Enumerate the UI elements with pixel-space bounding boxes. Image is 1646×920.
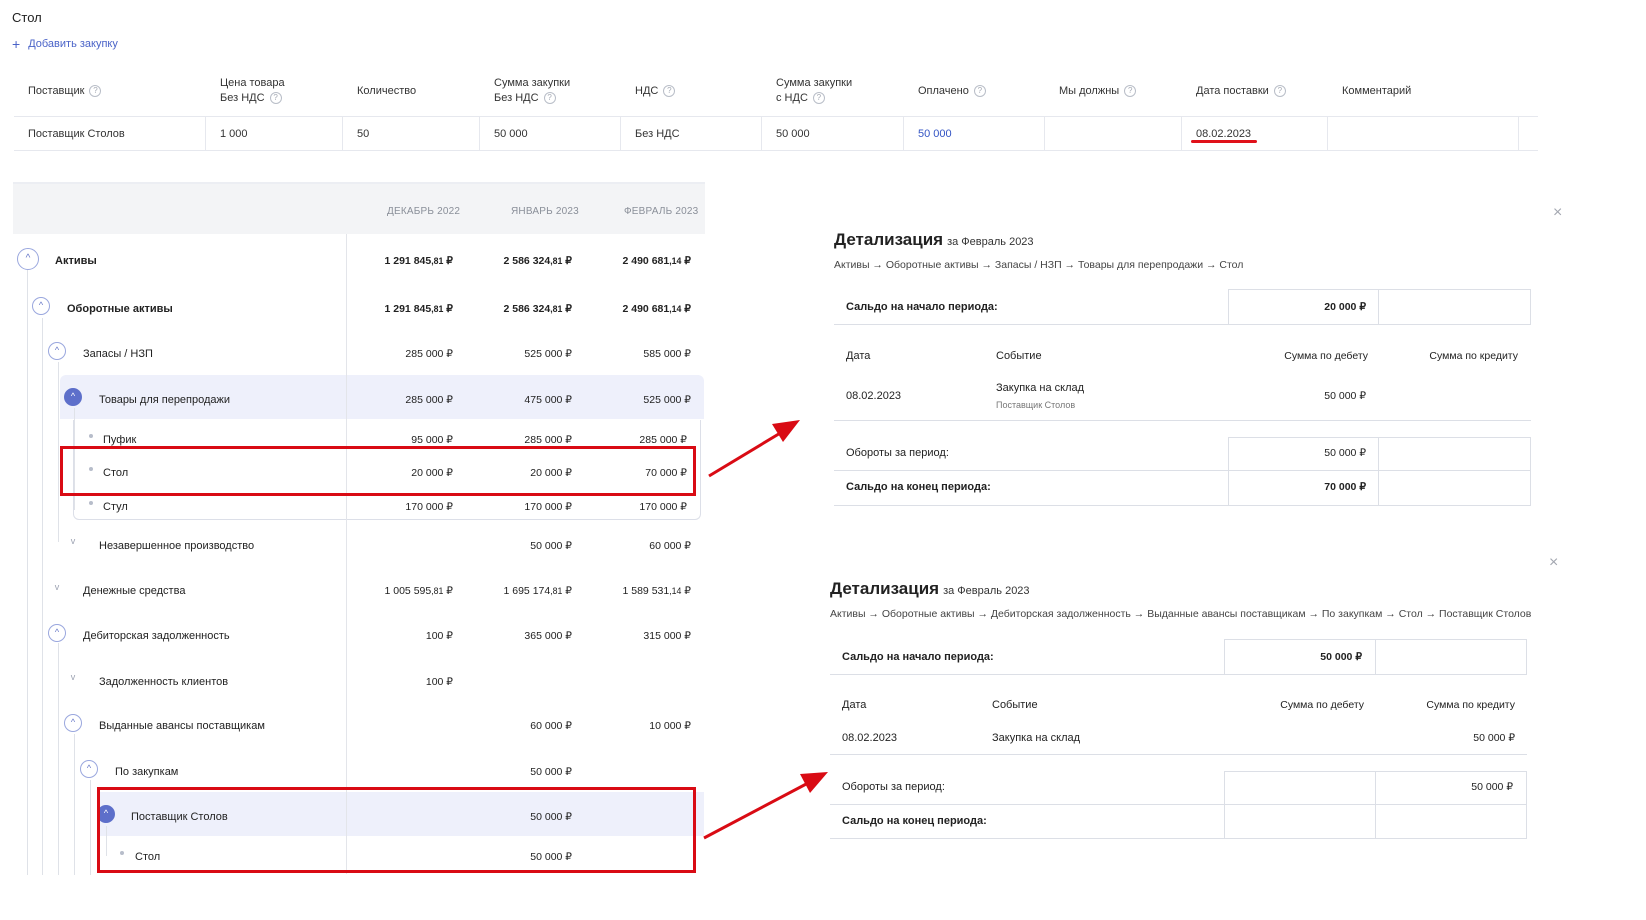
close-icon[interactable]: × — [1553, 204, 1562, 222]
detail-title: Детализация за Февраль 2023 — [830, 579, 1030, 598]
arrow-icon — [708, 420, 800, 478]
cell-frame — [1224, 771, 1376, 805]
opening-balance-label: Сальдо на начало периода: — [846, 301, 998, 313]
cell-frame — [1378, 289, 1531, 325]
closing-balance-label: Сальдо на конец периода: — [842, 815, 987, 827]
detail-title: Детализация за Февраль 2023 — [834, 230, 1034, 249]
divider — [830, 838, 1527, 839]
entry-date: 08.02.2023 — [846, 390, 902, 402]
col-event: Событие — [992, 699, 1038, 711]
col-credit: Сумма по кредиту — [1429, 350, 1518, 362]
detail-breadcrumb: Активы → Оборотные активы → Запасы / НЗП… — [834, 259, 1244, 271]
cell-frame — [1375, 639, 1527, 675]
opening-balance-debit: 50 000 ₽ — [1320, 651, 1362, 663]
divider — [834, 420, 1531, 421]
turnover-debit: 50 000 ₽ — [1324, 447, 1366, 459]
turnover-credit: 50 000 ₽ — [1471, 781, 1513, 793]
entry-event: Закупка на склад — [996, 382, 1085, 394]
col-debit: Сумма по дебету — [1280, 699, 1364, 711]
opening-balance-label: Сальдо на начало периода: — [842, 651, 994, 663]
col-credit: Сумма по кредиту — [1426, 699, 1515, 711]
cell-frame — [1378, 437, 1531, 471]
entry-credit: 50 000 ₽ — [1473, 732, 1515, 744]
col-date: Дата — [842, 699, 867, 711]
divider — [830, 674, 1527, 675]
opening-balance-debit: 20 000 ₽ — [1324, 301, 1366, 313]
entry-debit: 50 000 ₽ — [1324, 390, 1366, 402]
cell-frame — [1378, 470, 1531, 506]
col-event: Событие — [996, 350, 1042, 362]
entry-date: 08.02.2023 — [842, 732, 898, 744]
turnover-label: Обороты за период: — [846, 447, 949, 459]
divider — [830, 754, 1527, 755]
col-debit: Сумма по дебету — [1284, 350, 1368, 362]
arrow-icon — [703, 772, 828, 840]
entry-event-sub: Поставщик Столов — [996, 400, 1076, 410]
turnover-label: Обороты за период: — [842, 781, 945, 793]
col-date: Дата — [846, 350, 871, 362]
closing-balance-label: Сальдо на конец периода: — [846, 481, 991, 493]
close-icon[interactable]: × — [1549, 554, 1558, 572]
detail-breadcrumb: Активы → Оборотные активы → Дебиторская … — [830, 608, 1532, 620]
closing-balance-debit: 70 000 ₽ — [1324, 481, 1366, 493]
cell-frame — [1224, 804, 1376, 839]
entry-event: Закупка на склад — [992, 732, 1081, 744]
cell-frame — [1375, 804, 1527, 839]
divider — [834, 505, 1531, 506]
